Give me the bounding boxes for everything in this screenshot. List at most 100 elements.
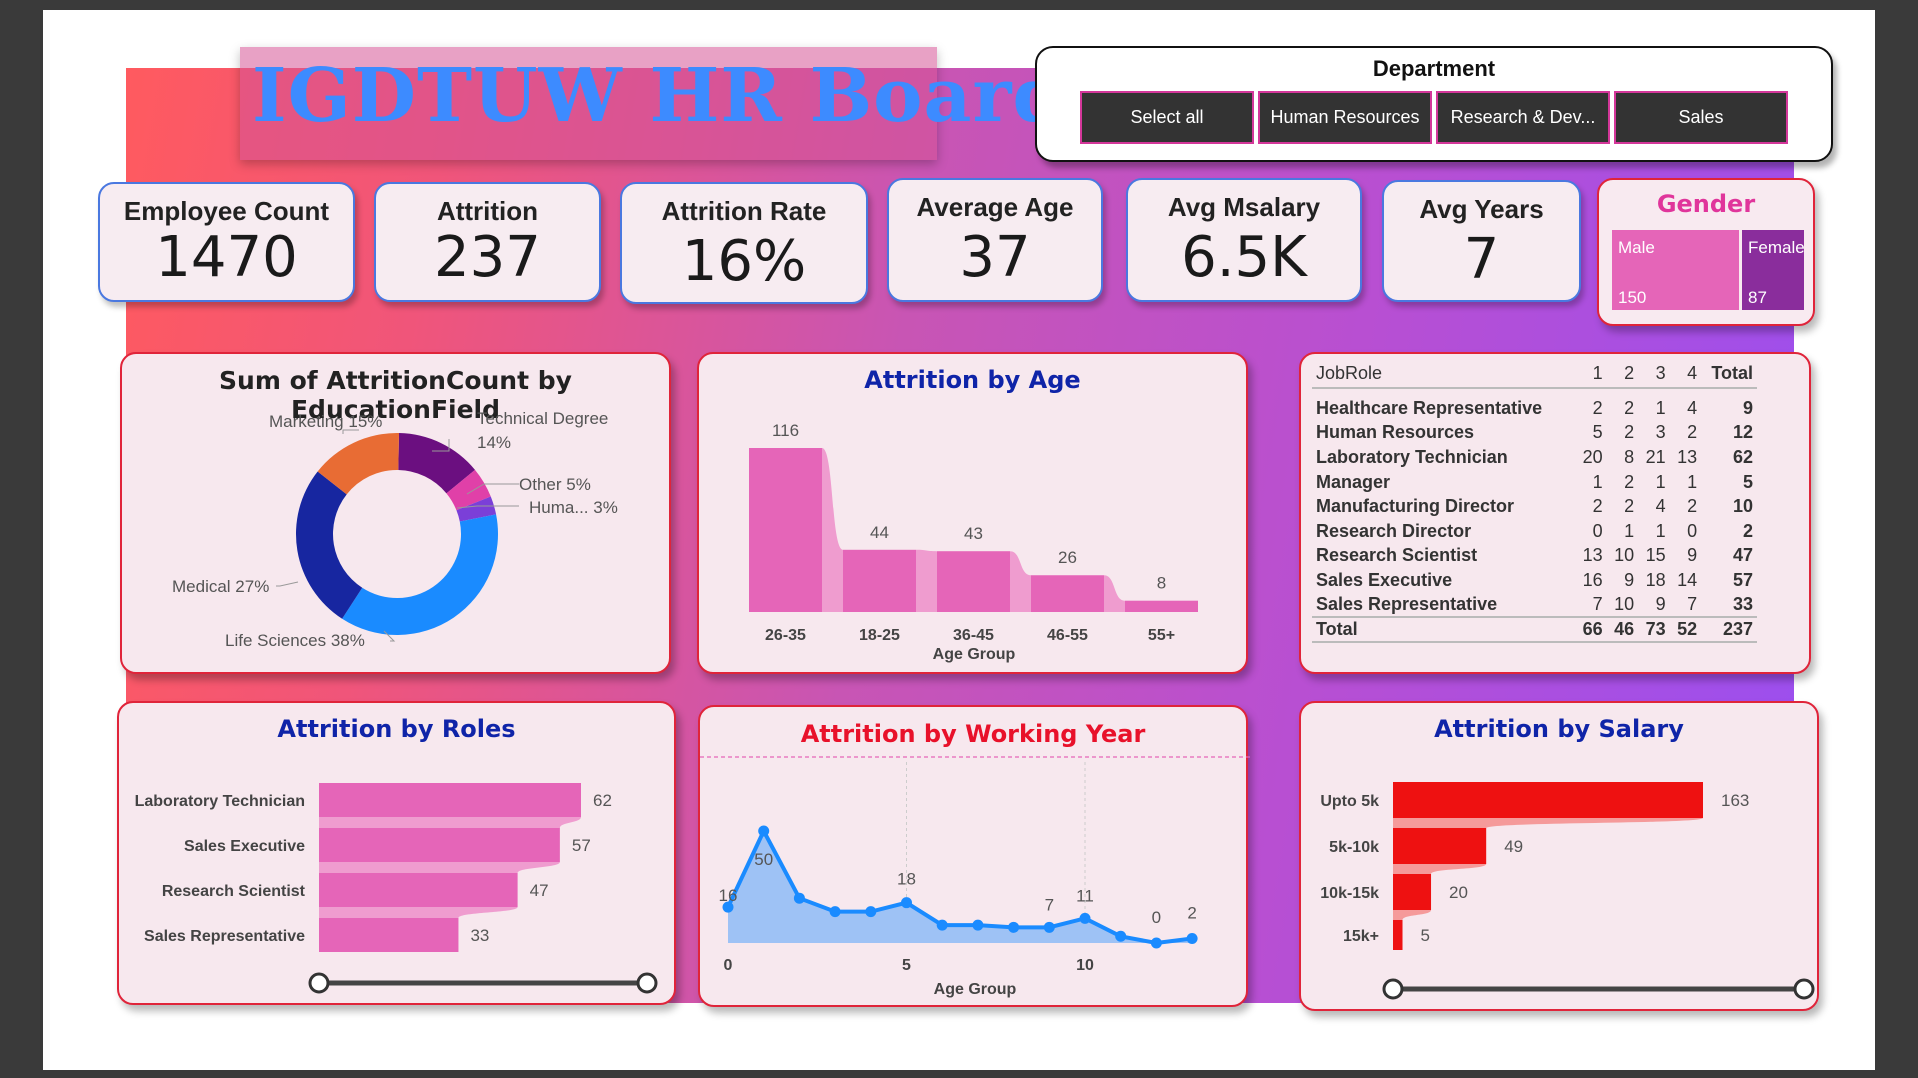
role-bar-value: 62 xyxy=(593,791,612,810)
matrix-row[interactable]: Healthcare Representative 2 2 1 4 9 xyxy=(1312,396,1757,421)
salary-slider-handle-left[interactable] xyxy=(1382,978,1404,1000)
role-bar[interactable] xyxy=(319,828,560,862)
label-human-resources: Huma... 3% xyxy=(529,498,618,517)
matrix-row[interactable]: Manufacturing Director 2 2 4 2 10 xyxy=(1312,494,1757,519)
working-year-point[interactable] xyxy=(829,906,841,918)
matrix-row[interactable]: Sales Executive 16 9 18 14 57 xyxy=(1312,568,1757,593)
matrix-cell: 66 xyxy=(1575,616,1607,643)
age-x-axis-title: Age Group xyxy=(933,646,1016,663)
matrix-cell: 20 xyxy=(1582,446,1603,467)
matrix-column-header[interactable]: 4 xyxy=(1669,360,1702,389)
matrix-cell: 57 xyxy=(1732,569,1753,590)
working-year-point[interactable] xyxy=(972,919,984,931)
age-bar[interactable] xyxy=(749,448,822,612)
matrix-row[interactable]: Human Resources 5 2 3 2 12 xyxy=(1312,421,1757,446)
matrix-cell: 33 xyxy=(1732,594,1753,615)
salary-bar[interactable] xyxy=(1393,782,1703,818)
roles-chart-svg: 62 Laboratory Technician 57 Sales Executive… xyxy=(135,783,658,994)
matrix-cell: 9 xyxy=(1655,594,1666,615)
salary-slider-handle-right[interactable] xyxy=(1793,978,1815,1000)
donut-slice-medical[interactable] xyxy=(296,471,363,619)
working-year-tick-label: 10 xyxy=(1076,957,1094,974)
department-option-human-resources[interactable]: Human Resources xyxy=(1258,91,1432,144)
working-year-point[interactable] xyxy=(1186,933,1198,945)
age-bar[interactable] xyxy=(843,549,916,612)
matrix-column-header[interactable]: Total xyxy=(1701,360,1757,389)
age-bar[interactable] xyxy=(937,551,1010,612)
matrix-column-header[interactable]: JobRole xyxy=(1312,360,1576,389)
working-year-point[interactable] xyxy=(793,892,805,904)
matrix-cell: 10 xyxy=(1614,594,1635,615)
matrix-cell: 62 xyxy=(1732,446,1753,467)
working-year-point[interactable] xyxy=(936,919,948,931)
working-year-point[interactable] xyxy=(758,825,770,837)
matrix-cell: 46 xyxy=(1606,616,1639,643)
kpi-avg-years: Avg Years 7 xyxy=(1382,180,1581,302)
age-ribbon xyxy=(1010,551,1031,612)
matrix-cell: 7 xyxy=(1592,594,1603,615)
age-tick-label: 18-25 xyxy=(859,627,900,644)
salary-bar[interactable] xyxy=(1393,920,1403,950)
matrix-cell: Sales Representative xyxy=(1316,594,1498,615)
matrix-cell: Sales Executive xyxy=(1316,569,1453,590)
working-year-point[interactable] xyxy=(1008,921,1020,933)
role-bar[interactable] xyxy=(319,783,581,817)
role-bar[interactable] xyxy=(319,873,518,907)
matrix-row[interactable]: Laboratory Technician 20 8 21 13 62 xyxy=(1312,445,1757,470)
matrix-cell: Total xyxy=(1312,616,1576,643)
jobrole-matrix: JobRole 1 2 3 4 Total Healthcare Representativ… xyxy=(1312,360,1757,643)
label-other: Other 5% xyxy=(519,475,591,494)
matrix-row[interactable]: Sales Representative 7 10 9 7 33 xyxy=(1312,593,1757,618)
age-bar-value: 43 xyxy=(964,524,983,543)
kpi-value: 1470 xyxy=(155,225,298,290)
matrix-cell: 18 xyxy=(1645,569,1666,590)
salary-bar[interactable] xyxy=(1393,828,1487,864)
salary-bar-value: 20 xyxy=(1449,883,1468,902)
matrix-column-header[interactable]: 1 xyxy=(1575,360,1607,389)
matrix-cell: 1 xyxy=(1655,520,1666,541)
working-year-point[interactable] xyxy=(1043,921,1055,933)
matrix-total-row[interactable]: Total 66 46 73 52 237 xyxy=(1312,616,1757,643)
salary-tick-label: Upto 5k xyxy=(1320,793,1379,810)
salary-tick-label: 10k-15k xyxy=(1320,885,1379,902)
age-bar[interactable] xyxy=(1031,575,1104,612)
label-medical: Medical 27% xyxy=(172,577,269,596)
age-bar[interactable] xyxy=(1125,600,1198,612)
kpi-value: 37 xyxy=(959,225,1031,290)
working-year-data-label: 16 xyxy=(719,886,738,905)
working-year-point[interactable] xyxy=(865,906,877,918)
department-option-sales[interactable]: Sales xyxy=(1614,91,1788,144)
role-bar[interactable] xyxy=(319,918,459,952)
working-year-point[interactable] xyxy=(901,897,912,909)
matrix-cell: 4 xyxy=(1655,496,1666,517)
working-year-point[interactable] xyxy=(1150,937,1162,949)
matrix-column-header[interactable]: 2 xyxy=(1606,360,1639,389)
role-tick-label: Sales Representative xyxy=(144,928,305,945)
gender-female-label: Female xyxy=(1748,238,1805,257)
matrix-cell: 8 xyxy=(1624,446,1635,467)
roles-slider-handle-right[interactable] xyxy=(636,972,658,994)
working-year-data-label: 7 xyxy=(1045,895,1054,914)
gender-male-label: Male xyxy=(1618,238,1655,257)
matrix-row[interactable]: Research Scientist 13 10 15 9 47 xyxy=(1312,544,1757,569)
salary-bar[interactable] xyxy=(1393,874,1432,910)
matrix-row[interactable]: Research Director 0 1 1 0 2 xyxy=(1312,519,1757,544)
matrix-row[interactable]: Manager 1 2 1 1 5 xyxy=(1312,470,1757,495)
roles-ribbon xyxy=(319,907,518,918)
matrix-cell: 9 xyxy=(1687,545,1698,566)
roles-slider-handle-left[interactable] xyxy=(308,972,330,994)
working-year-chart-svg: Age Group 16 50 18 7 11 0 2 0 5 10 xyxy=(700,756,1250,998)
working-year-point[interactable] xyxy=(1115,930,1127,942)
age-chart-svg: Age Group 116 26-35 44 18-25 43 36-45 26 46-55 8… xyxy=(749,421,1198,663)
matrix-column-header[interactable]: 3 xyxy=(1638,360,1670,389)
working-year-data-label: 0 xyxy=(1152,908,1161,927)
role-tick-label: Research Scientist xyxy=(162,883,306,900)
department-option-research-dev[interactable]: Research & Dev... xyxy=(1436,91,1610,144)
department-option-select-all[interactable]: Select all xyxy=(1080,91,1254,144)
matrix-cell: 3 xyxy=(1655,422,1666,443)
donut-slice-life-sciences[interactable] xyxy=(342,514,498,635)
working-year-point[interactable] xyxy=(1079,912,1091,924)
matrix-cell: 2 xyxy=(1742,520,1753,541)
age-ribbon xyxy=(822,448,843,612)
salary-bar-value: 163 xyxy=(1721,791,1749,810)
